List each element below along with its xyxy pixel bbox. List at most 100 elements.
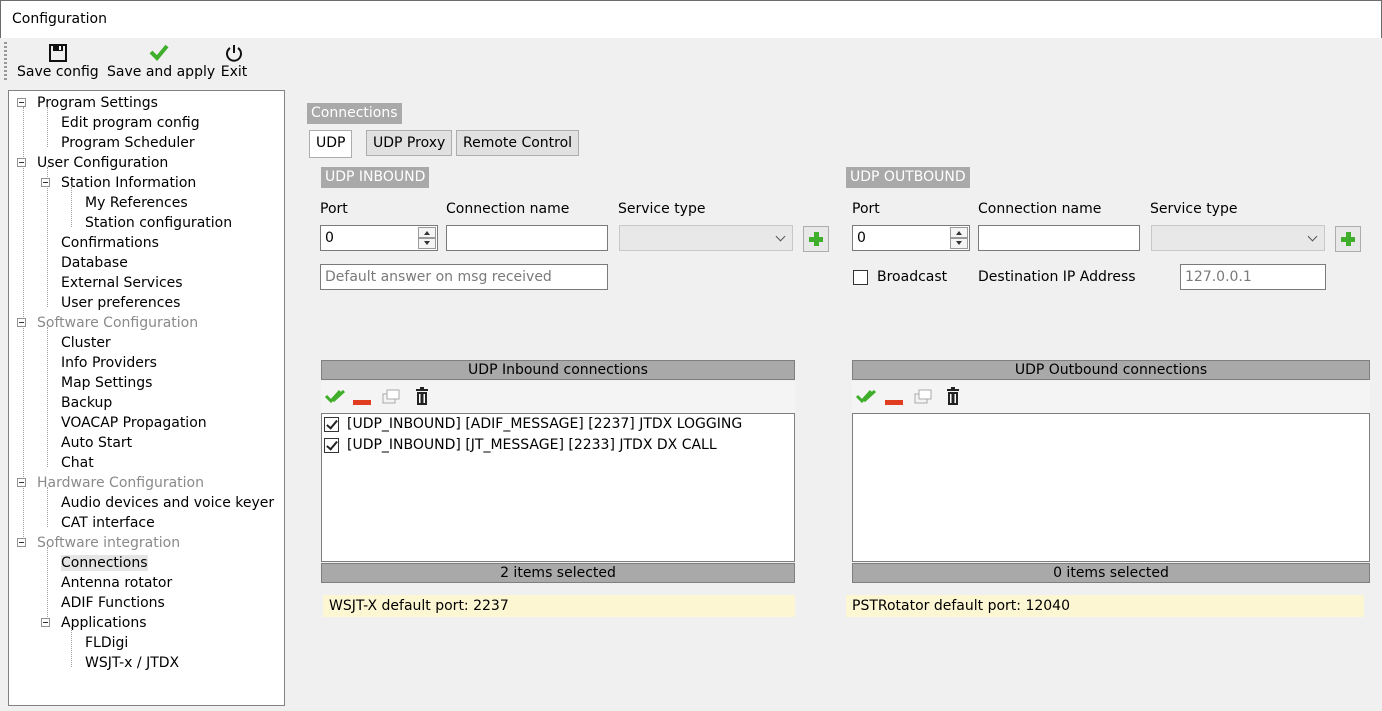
remove-icon[interactable] — [353, 394, 373, 410]
tree-item-label: Chat — [61, 455, 94, 471]
broadcast-checkbox[interactable] — [853, 270, 868, 285]
save-and-apply-label: Save and apply — [107, 64, 216, 80]
tree-item-user-preferences[interactable]: User preferences — [61, 293, 180, 313]
tree-item-label: Connections — [61, 555, 148, 571]
tree-connector — [47, 107, 48, 147]
chevron-down-icon — [1307, 231, 1318, 242]
tree-item-external-services[interactable]: External Services — [61, 273, 183, 293]
item-checkbox[interactable] — [324, 417, 339, 432]
collapse-icon[interactable] — [17, 158, 26, 167]
tree-item-label: FLDigi — [85, 635, 129, 651]
item-checkbox[interactable] — [324, 438, 339, 453]
tree-item-label: Info Providers — [61, 355, 157, 371]
copy-icon[interactable] — [382, 389, 402, 409]
inbound-port-spinbox[interactable]: 0 — [320, 225, 438, 251]
tree-item-confirmations[interactable]: Confirmations — [61, 233, 159, 253]
save-and-apply-button[interactable]: Save and apply — [107, 40, 216, 84]
tree-item-label: My References — [85, 195, 188, 211]
tree-item-label: Confirmations — [61, 235, 159, 251]
destination-ip-input[interactable]: 127.0.0.1 — [1180, 264, 1326, 290]
outbound-service-type-select[interactable] — [1151, 225, 1325, 251]
checkmark-icon — [107, 40, 211, 64]
collapse-icon[interactable] — [41, 178, 50, 187]
tab-remote-control[interactable]: Remote Control — [456, 130, 580, 156]
tree-node-label: Software Configuration — [37, 315, 199, 331]
tree-item-label: Edit program config — [61, 115, 200, 131]
floppy-disk-icon — [17, 40, 97, 64]
title-bar: Configuration — [0, 0, 1382, 38]
list-item-label: [UDP_INBOUND] [JT_MESSAGE] [2233] JTDX D… — [347, 437, 717, 453]
tree-item-voacap-propagation[interactable]: VOACAP Propagation — [61, 413, 207, 433]
tree-node-label: Software integration — [37, 535, 181, 551]
trash-icon[interactable] — [946, 386, 960, 410]
tree-item-label: VOACAP Propagation — [61, 415, 207, 431]
outbound-list-toolbar — [852, 381, 1370, 413]
check-all-icon[interactable] — [324, 388, 346, 408]
tree-item-label: ADIF Functions — [61, 595, 165, 611]
outbound-connection-name-input[interactable] — [978, 225, 1140, 251]
tree-connector — [47, 167, 48, 307]
tree-connector — [47, 327, 48, 467]
check-all-icon[interactable] — [855, 388, 877, 408]
toolbar-grip — [4, 42, 7, 82]
chevron-down-icon — [775, 231, 786, 242]
tree-item-fldigi[interactable]: FLDigi — [85, 633, 128, 653]
tree-node-label: Station Information — [61, 175, 197, 191]
tree-item-info-providers[interactable]: Info Providers — [61, 353, 157, 373]
destination-ip-label: Destination IP Address — [978, 269, 1136, 285]
collapse-icon[interactable] — [17, 98, 26, 107]
tree-item-my-references[interactable]: My References — [85, 193, 188, 213]
tree-item-label: Station configuration — [85, 215, 233, 231]
tree-item-antenna-rotator[interactable]: Antenna rotator — [61, 573, 172, 593]
inbound-port-label: Port — [320, 201, 348, 217]
tree-item-audio-devices[interactable]: Audio devices and voice keyer — [61, 493, 274, 513]
tree-item-connections[interactable]: Connections — [61, 553, 148, 573]
tree-item-chat[interactable]: Chat — [61, 453, 94, 473]
copy-icon[interactable] — [914, 389, 934, 409]
tree-item-label: Database — [61, 255, 128, 271]
tree-item-cat-interface[interactable]: CAT interface — [61, 513, 155, 533]
tree-connector — [71, 627, 72, 667]
tree-item-adif-functions[interactable]: ADIF Functions — [61, 593, 165, 613]
default-answer-input[interactable]: Default answer on msg received — [320, 264, 608, 290]
tree-item-label: Auto Start — [61, 435, 133, 451]
tree-item-edit-program-config[interactable]: Edit program config — [61, 113, 200, 133]
tree-item-cluster[interactable]: Cluster — [61, 333, 111, 353]
tree-item-backup[interactable]: Backup — [61, 393, 112, 413]
tree-item-label: CAT interface — [61, 515, 155, 531]
tree-item-label: WSJT-x / JTDX — [85, 655, 180, 671]
inbound-connection-name-input[interactable] — [446, 225, 608, 251]
tree-item-label: Cluster — [61, 335, 111, 351]
spin-arrows-icon[interactable] — [950, 227, 968, 249]
tab-udp-proxy[interactable]: UDP Proxy — [366, 130, 453, 156]
inbound-add-button[interactable] — [803, 226, 829, 252]
tree-item-program-scheduler[interactable]: Program Scheduler — [61, 133, 195, 153]
outbound-selection-status: 0 items selected — [852, 563, 1370, 583]
tree-item-database[interactable]: Database — [61, 253, 128, 273]
tree-connector — [71, 187, 72, 227]
remove-icon[interactable] — [885, 394, 905, 410]
outbound-add-button[interactable] — [1335, 226, 1361, 252]
tree-item-auto-start[interactable]: Auto Start — [61, 433, 132, 453]
collapse-icon[interactable] — [17, 538, 26, 547]
tree-item-map-settings[interactable]: Map Settings — [61, 373, 152, 393]
inbound-info-note: WSJT-X default port: 2237 — [323, 595, 795, 617]
exit-button[interactable]: Exit — [219, 40, 249, 84]
tree-item-label: User preferences — [61, 295, 181, 311]
collapse-icon[interactable] — [17, 478, 26, 487]
tree-item-station-configuration[interactable]: Station configuration — [85, 213, 232, 233]
outbound-port-spinbox[interactable]: 0 — [852, 225, 970, 251]
inbound-service-type-label: Service type — [618, 201, 706, 217]
tree-item-label: Program Scheduler — [61, 135, 195, 151]
tab-udp[interactable]: UDP — [309, 130, 353, 158]
inbound-service-type-select[interactable] — [619, 225, 793, 251]
spin-arrows-icon[interactable] — [418, 227, 436, 249]
outbound-info-note: PSTRotator default port: 12040 — [846, 595, 1364, 617]
outbound-connection-name-label: Connection name — [978, 201, 1102, 217]
tree-item-wsjtx-jtdx[interactable]: WSJT-x / JTDX — [85, 653, 179, 673]
collapse-icon[interactable] — [41, 618, 50, 627]
save-config-button[interactable]: Save config — [17, 40, 99, 84]
trash-icon[interactable] — [415, 386, 429, 410]
window-title: Configuration — [12, 11, 107, 27]
collapse-icon[interactable] — [17, 318, 26, 327]
